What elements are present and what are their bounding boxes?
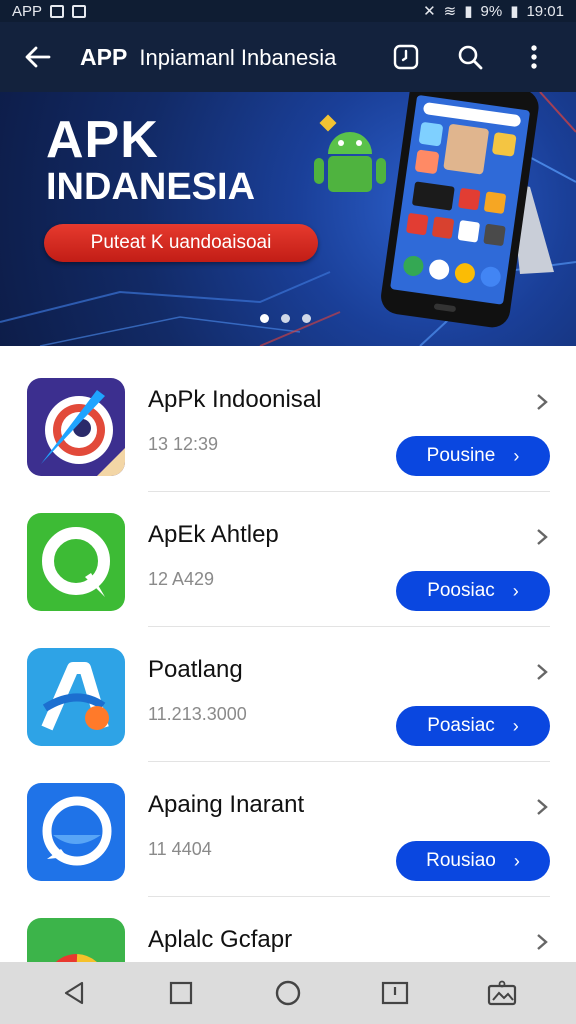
app-icon-letter-a	[27, 648, 125, 746]
banner-heading-2: INDANESIA	[46, 166, 256, 208]
promo-banner[interactable]: APK INDANESIA Puteat K uandoaisoai	[0, 92, 576, 346]
app-name: Aplalc Gcfapr	[148, 926, 293, 953]
chevron-right-icon[interactable]	[534, 797, 550, 817]
install-button[interactable]: Poosiac ›	[396, 571, 550, 611]
back-arrow-icon	[25, 46, 51, 68]
banner-heading-1: APK	[46, 111, 159, 169]
mail-icon	[50, 4, 65, 18]
chevron-right-icon[interactable]	[534, 662, 550, 682]
install-button-label: Rousiao	[426, 850, 496, 871]
system-nav-bar	[0, 962, 576, 1024]
more-vertical-icon	[531, 45, 537, 69]
status-bar: APP ✕ ≋ ▮ 9% ▮ 19:01	[0, 0, 576, 22]
nav-recents-button[interactable]	[159, 971, 203, 1015]
banner-cta-button[interactable]: Puteat K uandoaisoai	[44, 224, 318, 262]
app-name: ApEk Ahtlep	[148, 521, 279, 548]
battery-icon: ▮	[510, 3, 519, 20]
install-button[interactable]: Poasiac ›	[396, 706, 550, 746]
install-button[interactable]: Rousiao ›	[396, 841, 550, 881]
chevron-right-icon: ›	[513, 445, 520, 466]
list-item[interactable]: ApPk Indoonisal 13 12:39 Pousine ›	[0, 356, 576, 491]
nav-home-icon	[275, 980, 301, 1006]
page-title: APP Inpiamanl Inbanesia	[80, 44, 364, 71]
search-icon	[458, 45, 483, 70]
carousel-dot[interactable]	[302, 314, 311, 323]
app-icon-message	[27, 783, 125, 881]
status-left: APP	[12, 2, 87, 20]
list-item[interactable]: Poatlang 11.213.3000 Poasiac ›	[0, 626, 576, 761]
status-app-label: APP	[12, 2, 43, 20]
chevron-right-icon: ›	[512, 715, 519, 736]
install-button-label: Poasiac	[427, 715, 495, 736]
nav-recents-icon	[169, 981, 192, 1005]
app-icon-chat	[27, 513, 125, 611]
nav-back-button[interactable]	[52, 971, 96, 1015]
clock-icon	[393, 44, 419, 70]
overflow-menu-button[interactable]	[512, 35, 556, 79]
nav-screenshot-icon	[382, 981, 409, 1005]
nav-gallery-icon	[488, 980, 517, 1006]
top-app-bar: APP Inpiamanl Inbanesia	[0, 22, 576, 92]
nav-screenshot-button[interactable]	[373, 971, 417, 1015]
download-icon	[72, 4, 87, 18]
mute-icon: ✕	[423, 3, 436, 20]
carousel-dot[interactable]	[260, 314, 269, 323]
carousel-dot[interactable]	[281, 314, 290, 323]
app-name: Poatlang	[148, 656, 243, 683]
app-list: ApPk Indoonisal 13 12:39 Pousine › ApEk …	[0, 356, 576, 1024]
app-meta: 12 A429	[148, 569, 215, 589]
signal-icon: ▮	[464, 3, 473, 20]
nav-gallery-button[interactable]	[480, 971, 524, 1015]
app-icon-compass	[27, 378, 125, 476]
phone-illustration	[314, 92, 554, 328]
back-button[interactable]	[18, 37, 58, 77]
chevron-right-icon: ›	[512, 580, 519, 601]
android-robot-icon	[314, 114, 386, 192]
nav-home-button[interactable]	[266, 971, 310, 1015]
history-button[interactable]	[384, 35, 428, 79]
app-meta: 11 4404	[148, 839, 212, 859]
carousel-indicators	[260, 314, 311, 323]
status-time: 19:01	[526, 2, 564, 20]
status-right: ✕ ≋ ▮ 9% ▮ 19:01	[423, 2, 564, 21]
app-meta: 13 12:39	[148, 434, 219, 454]
chevron-right-icon: ›	[513, 850, 520, 871]
list-item[interactable]: ApEk Ahtlep 12 A429 Poosiac ›	[0, 491, 576, 626]
install-button-label: Poosiac	[427, 580, 495, 601]
chevron-right-icon[interactable]	[534, 527, 550, 547]
list-item[interactable]: Apaing Inarant 11 4404 Rousiao ›	[0, 761, 576, 896]
page-title-rest: Inpiamanl Inbanesia	[139, 44, 337, 70]
chevron-right-icon[interactable]	[534, 392, 550, 412]
search-button[interactable]	[448, 35, 492, 79]
page-title-bold: APP	[80, 43, 128, 70]
install-button-label: Pousine	[426, 445, 496, 466]
app-meta: 11.213.3000	[148, 704, 247, 724]
chevron-right-icon[interactable]	[534, 932, 550, 952]
app-name: ApPk Indoonisal	[148, 386, 322, 413]
install-button[interactable]: Pousine ›	[396, 436, 550, 476]
wifi-icon: ≋	[443, 3, 457, 20]
app-name: Apaing Inarant	[148, 791, 305, 818]
battery-level: 9%	[480, 2, 503, 20]
nav-back-icon	[64, 981, 83, 1005]
